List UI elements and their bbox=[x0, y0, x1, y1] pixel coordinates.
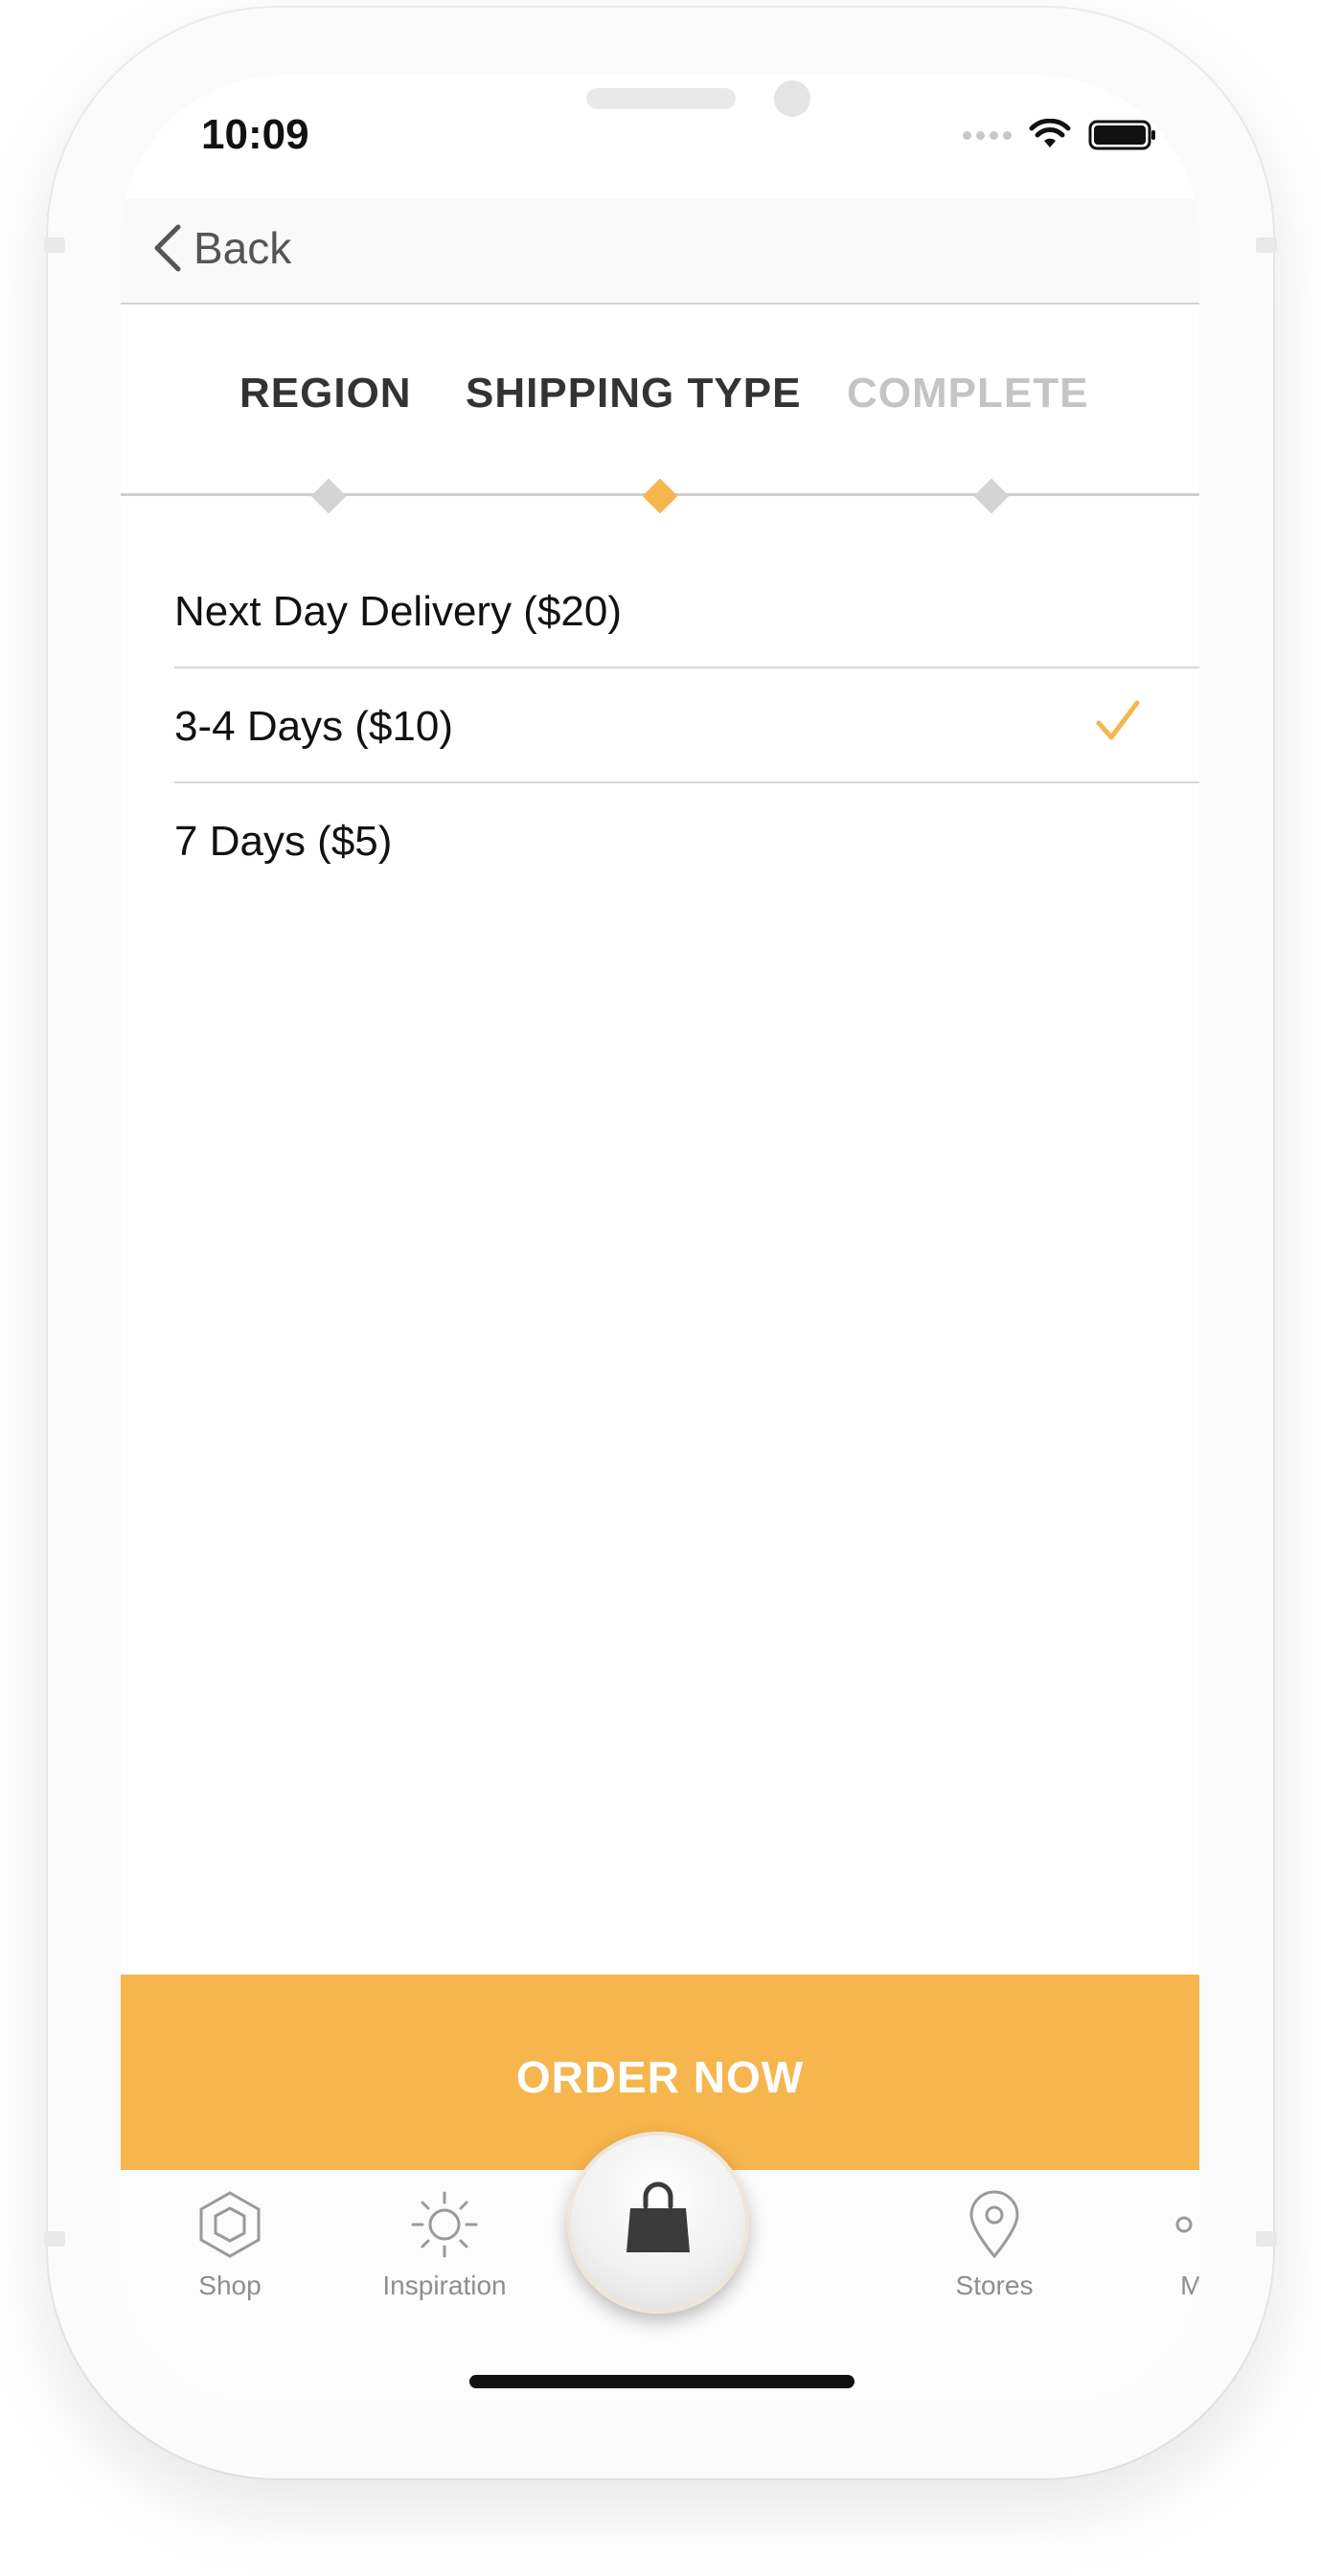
step-marker-shipping-type bbox=[642, 478, 678, 514]
tab-stores[interactable]: Stores bbox=[899, 2189, 1090, 2301]
step-marker-region bbox=[310, 478, 347, 514]
step-region: REGION bbox=[239, 370, 412, 417]
side-button bbox=[1256, 237, 1277, 253]
side-button bbox=[44, 2231, 65, 2247]
status-time: 10:09 bbox=[201, 111, 309, 158]
checkout-stepper: REGION SHIPPING TYPE COMPLETE bbox=[121, 314, 1199, 514]
cart-button[interactable] bbox=[567, 2132, 749, 2314]
step-complete: COMPLETE bbox=[847, 370, 1089, 417]
front-camera bbox=[774, 80, 810, 117]
back-button[interactable]: Back bbox=[151, 222, 291, 274]
shopping-bag-icon bbox=[626, 2181, 690, 2252]
shipping-option-next-day[interactable]: Next Day Delivery ($20) bbox=[174, 554, 1199, 668]
shipping-options-list: Next Day Delivery ($20) 3-4 Days ($10) 7… bbox=[121, 554, 1199, 896]
cellular-signal-icon bbox=[963, 130, 1012, 140]
back-label: Back bbox=[194, 223, 292, 273]
tab-label: Inspiration bbox=[382, 2271, 507, 2300]
sun-icon bbox=[411, 2191, 478, 2258]
hexagon-icon bbox=[199, 2191, 261, 2258]
tab-label: Shop bbox=[198, 2271, 262, 2300]
app-screen: 10:09 Back REGION SHIPPING TYPE COMPLETE bbox=[121, 75, 1199, 2402]
wifi-icon bbox=[1029, 119, 1071, 147]
home-indicator[interactable] bbox=[469, 2375, 854, 2388]
chevron-left-icon bbox=[154, 224, 181, 272]
shipping-option-label: 7 Days ($5) bbox=[174, 818, 393, 865]
location-pin-icon bbox=[969, 2190, 1019, 2259]
order-now-label: ORDER NOW bbox=[515, 2052, 805, 2102]
shipping-option-3-4-days[interactable]: 3-4 Days ($10) bbox=[174, 668, 1199, 783]
tab-inspiration[interactable]: Inspiration bbox=[349, 2189, 540, 2301]
shipping-option-label: Next Day Delivery ($20) bbox=[174, 588, 623, 635]
tab-shop[interactable]: Shop bbox=[134, 2189, 326, 2301]
tab-label: Stores bbox=[955, 2271, 1034, 2300]
tab-more[interactable]: More bbox=[1115, 2189, 1199, 2301]
side-button bbox=[44, 237, 65, 253]
tab-label: More bbox=[1180, 2271, 1199, 2300]
step-marker-complete bbox=[973, 478, 1010, 514]
shipping-option-label: 3-4 Days ($10) bbox=[174, 703, 454, 750]
battery-icon bbox=[1088, 120, 1155, 150]
status-indicators bbox=[963, 119, 1157, 151]
side-button bbox=[1256, 2231, 1277, 2247]
shipping-option-7-days[interactable]: 7 Days ($5) bbox=[174, 783, 1199, 896]
navigation-bar: Back bbox=[121, 199, 1199, 305]
step-shipping-type: SHIPPING TYPE bbox=[466, 370, 802, 417]
speaker-grille bbox=[586, 88, 736, 109]
checkmark-icon bbox=[1096, 700, 1140, 740]
more-dots-icon bbox=[1175, 2216, 1193, 2233]
